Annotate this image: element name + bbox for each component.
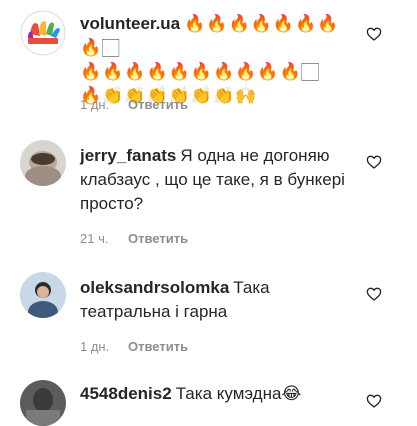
comment-meta: 1 дн. Ответить [80,339,188,354]
heart-icon[interactable] [366,393,382,409]
emoji-line: 🔥🔥🔥🔥🔥🔥🔥🔥🔥🔥🏻 [80,62,320,81]
username[interactable]: volunteer.ua [80,14,180,33]
comment-body: jerry_fanats Я одна не догоняю клабзаус ,… [80,144,352,216]
username[interactable]: oleksandrsolomka [80,278,229,297]
reply-button[interactable]: Ответить [128,339,188,354]
comment-meta: 1 дн. Ответить [80,97,188,112]
timestamp[interactable]: 1 дн. [80,97,128,112]
avatar[interactable] [20,140,66,186]
timestamp[interactable]: 21 ч. [80,231,128,246]
comment-body: 4548denis2 Така кумэдна😂 [80,382,352,406]
username[interactable]: jerry_fanats [80,146,176,165]
reply-button[interactable]: Ответить [128,97,188,112]
heart-icon[interactable] [366,286,382,302]
comment-text: Така кумэдна😂 [175,384,302,403]
heart-icon[interactable] [366,26,382,42]
avatar[interactable] [20,380,66,426]
comment-body: volunteer.ua 🔥🔥🔥🔥🔥🔥🔥🔥🏻 🔥🔥🔥🔥🔥🔥🔥🔥🔥🔥🏻 🔥👏👏👏👏👏… [80,12,352,108]
username[interactable]: 4548denis2 [80,384,172,403]
heart-icon[interactable] [366,154,382,170]
reply-button[interactable]: Ответить [128,231,188,246]
avatar[interactable] [20,272,66,318]
comment-meta: 21 ч. Ответить [80,231,188,246]
timestamp[interactable]: 1 дн. [80,339,128,354]
comment-body: oleksandrsolomka Така театральна і гарна [80,276,352,324]
avatar[interactable] [20,10,66,56]
